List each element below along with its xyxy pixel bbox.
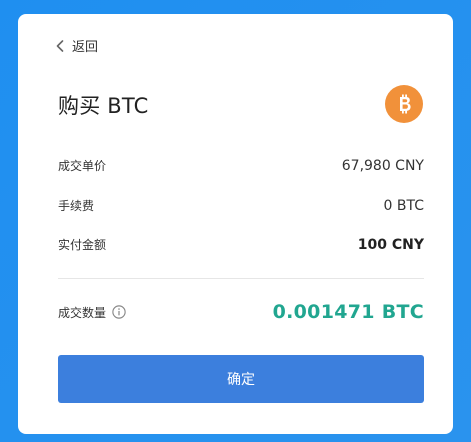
paid-amount-row: 实付金额 100 CNY	[58, 236, 424, 253]
back-label: 返回	[72, 40, 99, 55]
info-icon[interactable]	[112, 305, 126, 319]
unit-price-label: 成交单价	[58, 159, 107, 173]
quantity-label: 成交数量	[58, 305, 107, 320]
divider	[58, 278, 424, 279]
bitcoin-icon	[385, 85, 423, 123]
quantity-value: 0.001471 BTC	[272, 301, 424, 323]
back-button[interactable]: 返回	[56, 36, 98, 55]
chevron-left-icon	[56, 39, 64, 52]
quantity-label-group: 成交数量	[58, 304, 126, 321]
page-title: 购买 BTC	[58, 94, 149, 118]
confirm-label: 确定	[227, 372, 255, 388]
confirm-button[interactable]: 确定	[58, 355, 424, 403]
unit-price-value: 67,980 CNY	[341, 157, 424, 174]
paid-amount-label: 实付金额	[58, 238, 107, 252]
unit-price-row: 成交单价 67,980 CNY	[58, 157, 424, 174]
paid-amount-value: 100 CNY	[357, 236, 424, 253]
quantity-row: 成交数量 0.001471 BTC	[58, 301, 424, 323]
purchase-card: 返回 购买 BTC 成交单价 67,980 CNY 手续费 0 BTC 实付金额…	[18, 14, 453, 434]
fee-row: 手续费 0 BTC	[58, 197, 424, 214]
fee-label: 手续费	[58, 199, 95, 213]
fee-value: 0 BTC	[383, 197, 424, 214]
